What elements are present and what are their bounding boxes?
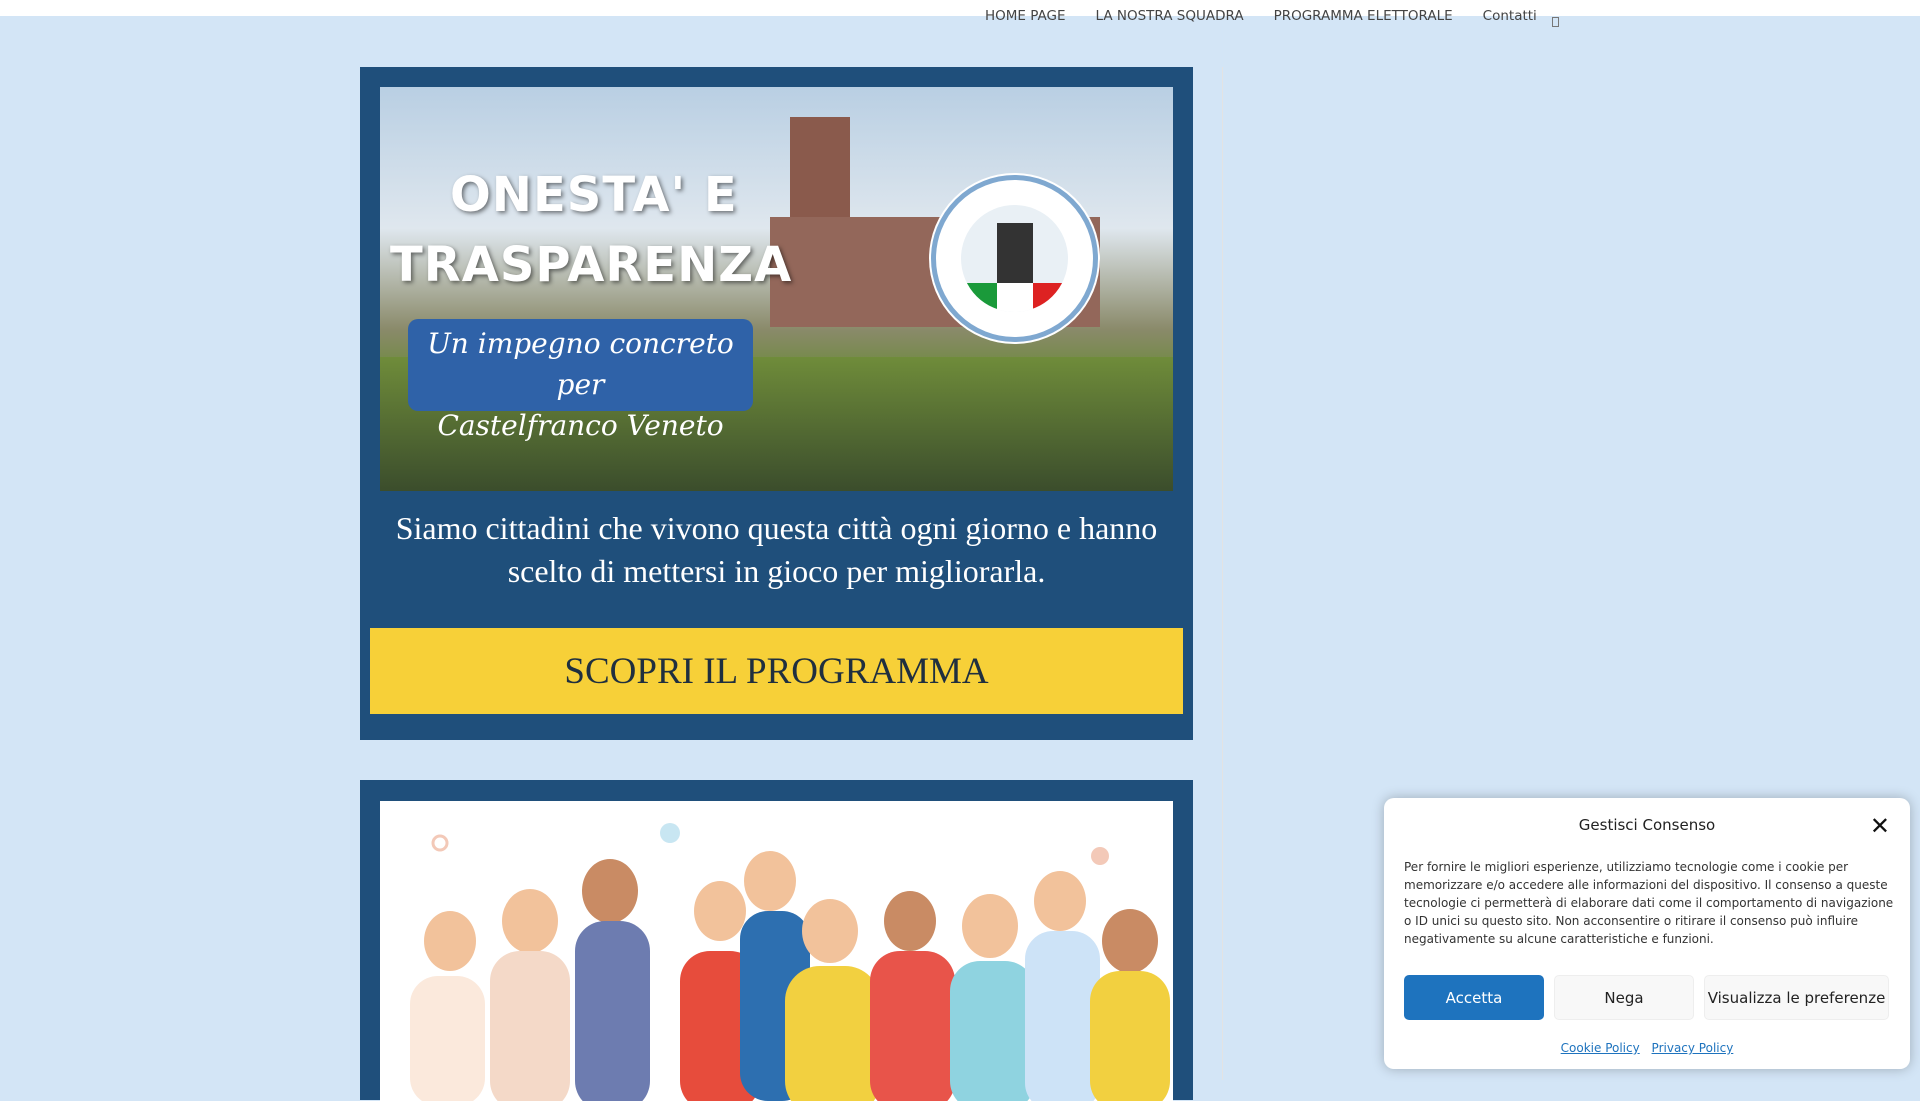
party-logo	[931, 175, 1098, 342]
subtitle-line1: Un impegno concreto per	[427, 327, 734, 401]
people-illustration	[410, 823, 1170, 1101]
team-illustration	[380, 801, 1173, 1101]
cookie-consent-dialog: Gestisci Consenso ✕ Per fornire le migli…	[1384, 798, 1910, 1069]
nav-contacts[interactable]: Contatti	[1483, 8, 1537, 24]
consent-text: Per fornire le migliori esperienze, util…	[1404, 860, 1894, 946]
hero-banner: ONESTA' E TRASPARENZA Un impegno concret…	[380, 87, 1173, 491]
hero-panel: ONESTA' E TRASPARENZA Un impegno concret…	[360, 67, 1193, 740]
hero-title-line1: ONESTA' E	[450, 167, 738, 223]
policy-links: Cookie Policy Privacy Policy	[1384, 1041, 1910, 1055]
discover-program-button[interactable]: SCOPRI IL PROGRAMMA	[370, 628, 1183, 714]
main-nav: HOME PAGE LA NOSTRA SQUADRA PROGRAMMA EL…	[985, 8, 1567, 24]
team-panel	[360, 780, 1193, 1101]
subtitle-line2: Castelfranco Veneto	[437, 409, 724, 442]
nav-team[interactable]: LA NOSTRA SQUADRA	[1096, 8, 1244, 24]
close-icon[interactable]: ✕	[1870, 812, 1890, 840]
top-bar	[0, 0, 1920, 16]
hero-subtitle: Un impegno concreto per Castelfranco Vene…	[408, 319, 753, 442]
search-icon[interactable]	[1552, 17, 1559, 27]
cookie-policy-link[interactable]: Cookie Policy	[1561, 1041, 1640, 1055]
nav-home[interactable]: HOME PAGE	[985, 8, 1066, 24]
consent-title: Gestisci Consenso	[1578, 816, 1716, 834]
intro-text: Siamo cittadini che vivono questa città …	[395, 510, 1158, 589]
deny-button[interactable]: Nega	[1554, 975, 1694, 1020]
hero-title-line2: TRASPARENZA	[390, 237, 793, 293]
view-preferences-button[interactable]: Visualizza le preferenze	[1704, 975, 1889, 1020]
privacy-policy-link[interactable]: Privacy Policy	[1652, 1041, 1734, 1055]
sidebar-divider	[1222, 67, 1223, 1080]
accept-button[interactable]: Accetta	[1404, 975, 1544, 1020]
nav-program[interactable]: PROGRAMMA ELETTORALE	[1274, 8, 1453, 24]
